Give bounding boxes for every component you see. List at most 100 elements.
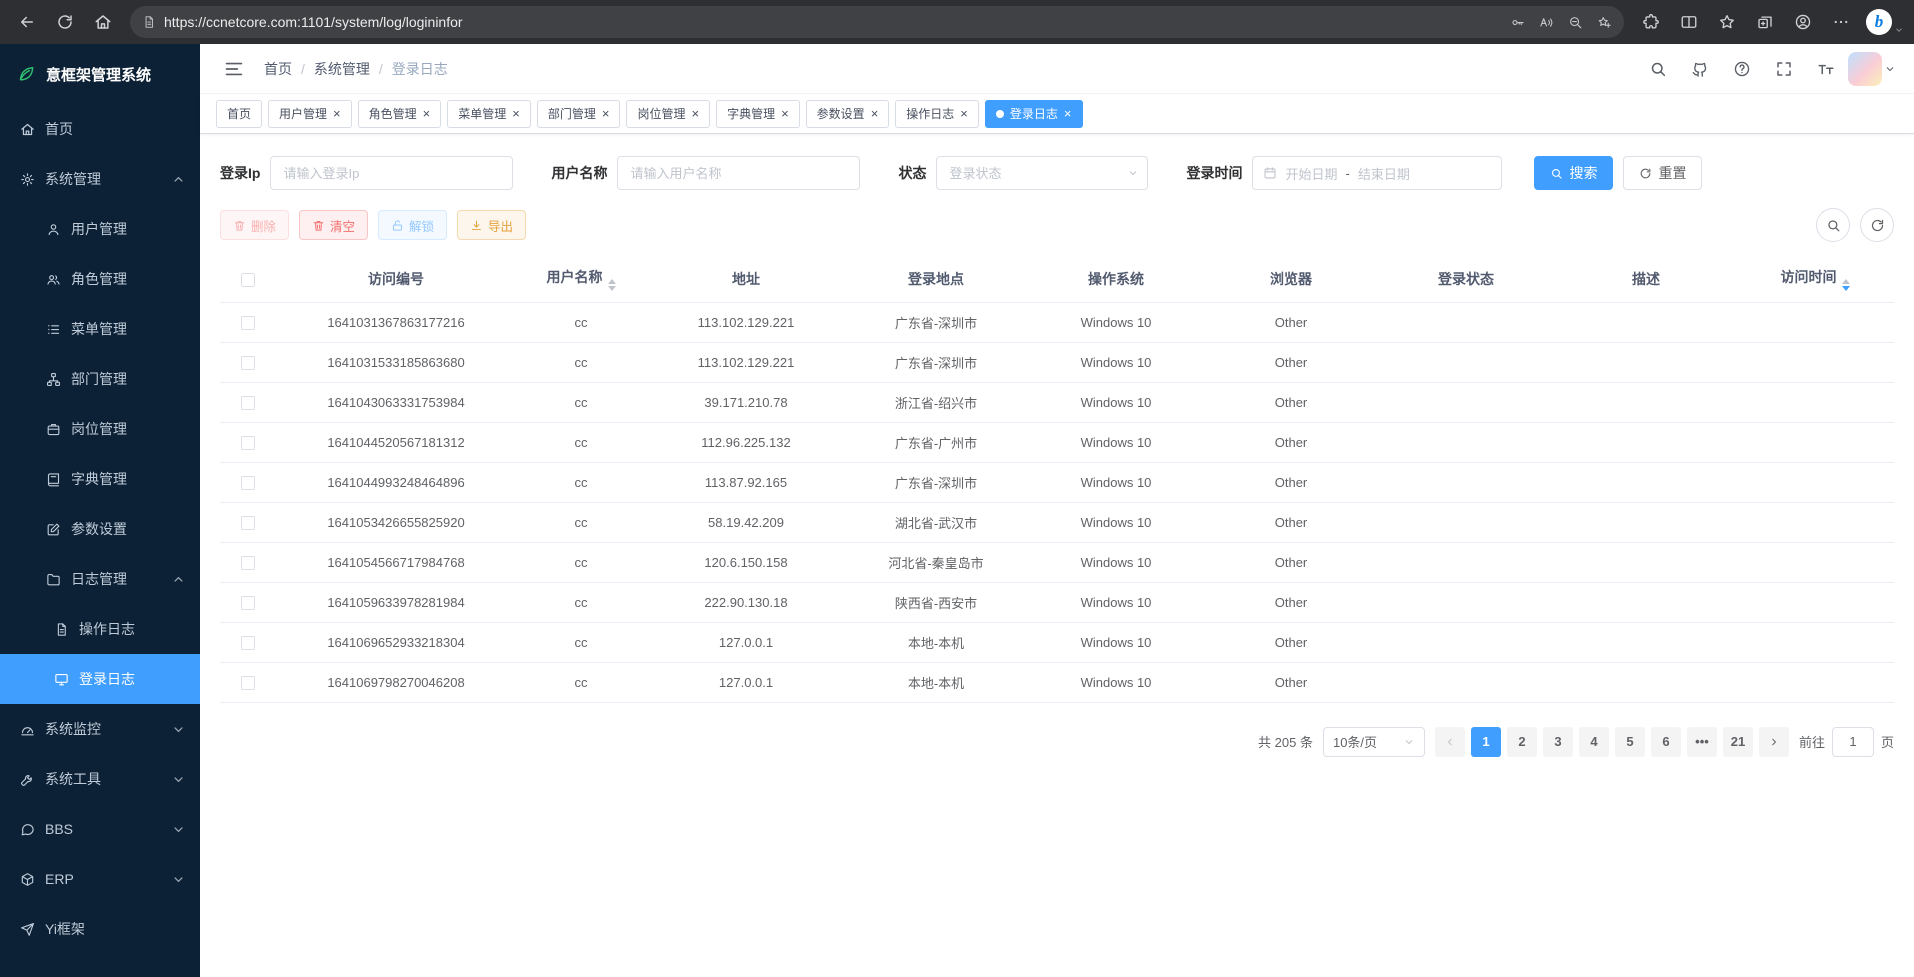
bing-button[interactable]: b bbox=[1866, 9, 1904, 35]
clear-button[interactable]: 清空 bbox=[299, 210, 368, 240]
sidebar-toggle-button[interactable] bbox=[218, 53, 250, 85]
tab-7[interactable]: 参数设置× bbox=[806, 100, 890, 128]
reset-button[interactable]: 重置 bbox=[1623, 156, 1702, 190]
page-button-2[interactable]: 2 bbox=[1507, 727, 1537, 757]
zoom-out-button[interactable] bbox=[1568, 15, 1583, 30]
start-date-placeholder[interactable]: 开始日期 bbox=[1285, 164, 1337, 183]
sidebar-item-1[interactable]: 系统管理 bbox=[0, 154, 200, 204]
sidebar-item-2[interactable]: 用户管理 bbox=[0, 204, 200, 254]
tab-1[interactable]: 用户管理× bbox=[268, 100, 352, 128]
sort-asc-icon[interactable] bbox=[608, 279, 616, 284]
text-size-button[interactable] bbox=[1810, 53, 1842, 85]
sidebar-item-16[interactable]: Yi框架 bbox=[0, 904, 200, 954]
github-button[interactable] bbox=[1684, 53, 1716, 85]
user-avatar[interactable] bbox=[1848, 52, 1882, 86]
home-button[interactable] bbox=[86, 5, 120, 39]
close-tab-icon[interactable]: × bbox=[512, 107, 520, 120]
tab-3[interactable]: 菜单管理× bbox=[447, 100, 531, 128]
row-checkbox[interactable] bbox=[241, 556, 255, 570]
url-text[interactable]: https://ccnetcore.com:1101/system/log/lo… bbox=[164, 14, 1502, 30]
row-checkbox[interactable] bbox=[241, 396, 255, 410]
favorites-add-button[interactable] bbox=[1597, 15, 1612, 30]
sort-desc-icon[interactable] bbox=[1842, 286, 1850, 291]
search-button[interactable] bbox=[1642, 53, 1674, 85]
row-checkbox[interactable] bbox=[241, 316, 255, 330]
url-bar[interactable]: https://ccnetcore.com:1101/system/log/lo… bbox=[130, 6, 1624, 38]
sidebar-item-10[interactable]: 操作日志 bbox=[0, 604, 200, 654]
tab-8[interactable]: 操作日志× bbox=[895, 100, 979, 128]
search-button[interactable] bbox=[1816, 208, 1850, 242]
column-header[interactable]: 访问时间 bbox=[1736, 256, 1894, 302]
row-checkbox[interactable] bbox=[241, 636, 255, 650]
next-page-button[interactable] bbox=[1759, 727, 1789, 757]
collections-button[interactable] bbox=[1748, 5, 1782, 39]
page-button-6[interactable]: 6 bbox=[1651, 727, 1681, 757]
refresh-button[interactable] bbox=[48, 5, 82, 39]
sort-carets-icon[interactable] bbox=[1842, 279, 1850, 291]
sort-carets-icon[interactable] bbox=[608, 279, 616, 291]
status-select[interactable] bbox=[936, 156, 1148, 190]
page-button-4[interactable]: 4 bbox=[1579, 727, 1609, 757]
close-tab-icon[interactable]: × bbox=[781, 107, 789, 120]
page-button-5[interactable]: 5 bbox=[1615, 727, 1645, 757]
breadcrumb-item[interactable]: 系统管理 bbox=[314, 59, 370, 79]
close-tab-icon[interactable]: × bbox=[691, 107, 699, 120]
breadcrumb-item[interactable]: 首页 bbox=[264, 59, 292, 79]
sort-desc-icon[interactable] bbox=[608, 286, 616, 291]
close-tab-icon[interactable]: × bbox=[333, 107, 341, 120]
tab-9[interactable]: 登录日志× bbox=[985, 100, 1083, 128]
page-button-1[interactable]: 1 bbox=[1471, 727, 1501, 757]
fullscreen-button[interactable] bbox=[1768, 53, 1800, 85]
favorites-bar-button[interactable] bbox=[1710, 5, 1744, 39]
extensions-button[interactable] bbox=[1634, 5, 1668, 39]
sidebar-item-4[interactable]: 菜单管理 bbox=[0, 304, 200, 354]
column-header[interactable]: 用户名称 bbox=[516, 256, 646, 302]
export-button[interactable]: 导出 bbox=[457, 210, 526, 240]
sort-asc-icon[interactable] bbox=[1842, 279, 1850, 284]
tab-5[interactable]: 岗位管理× bbox=[626, 100, 710, 128]
tab-4[interactable]: 部门管理× bbox=[537, 100, 621, 128]
tab-2[interactable]: 角色管理× bbox=[358, 100, 442, 128]
more-button[interactable] bbox=[1824, 5, 1858, 39]
refresh-button[interactable] bbox=[1860, 208, 1894, 242]
tab-0[interactable]: 首页 bbox=[216, 100, 262, 128]
sidebar-item-0[interactable]: 首页 bbox=[0, 104, 200, 154]
close-tab-icon[interactable]: × bbox=[423, 107, 431, 120]
select-all-checkbox[interactable] bbox=[241, 273, 255, 287]
sidebar-item-9[interactable]: 日志管理 bbox=[0, 554, 200, 604]
username-input[interactable] bbox=[617, 156, 860, 190]
sidebar-item-6[interactable]: 岗位管理 bbox=[0, 404, 200, 454]
sidebar-item-13[interactable]: 系统工具 bbox=[0, 754, 200, 804]
end-date-placeholder[interactable]: 结束日期 bbox=[1358, 164, 1410, 183]
row-checkbox[interactable] bbox=[241, 676, 255, 690]
search-button[interactable]: 搜索 bbox=[1534, 156, 1613, 190]
sidebar-item-14[interactable]: BBS bbox=[0, 804, 200, 854]
page-button-21[interactable]: 21 bbox=[1723, 727, 1753, 757]
sidebar-item-3[interactable]: 角色管理 bbox=[0, 254, 200, 304]
date-range-picker[interactable]: 开始日期 - 结束日期 bbox=[1252, 156, 1502, 190]
back-button[interactable] bbox=[10, 5, 44, 39]
help-button[interactable] bbox=[1726, 53, 1758, 85]
sidebar-item-5[interactable]: 部门管理 bbox=[0, 354, 200, 404]
split-screen-button[interactable] bbox=[1672, 5, 1706, 39]
close-tab-icon[interactable]: × bbox=[871, 107, 879, 120]
sidebar-item-12[interactable]: 系统监控 bbox=[0, 704, 200, 754]
row-checkbox[interactable] bbox=[241, 516, 255, 530]
row-checkbox[interactable] bbox=[241, 436, 255, 450]
close-tab-icon[interactable]: × bbox=[602, 107, 610, 120]
close-tab-icon[interactable]: × bbox=[960, 107, 968, 120]
status-select-value[interactable] bbox=[936, 156, 1148, 190]
row-checkbox[interactable] bbox=[241, 596, 255, 610]
login-ip-input[interactable] bbox=[270, 156, 513, 190]
row-checkbox[interactable] bbox=[241, 476, 255, 490]
page-button-3[interactable]: 3 bbox=[1543, 727, 1573, 757]
sidebar-item-11[interactable]: 登录日志 bbox=[0, 654, 200, 704]
prev-page-button[interactable] bbox=[1435, 727, 1465, 757]
row-checkbox[interactable] bbox=[241, 356, 255, 370]
chevron-down-icon[interactable] bbox=[1894, 25, 1904, 35]
tab-6[interactable]: 字典管理× bbox=[716, 100, 800, 128]
profile-button[interactable] bbox=[1786, 5, 1820, 39]
sidebar-item-8[interactable]: 参数设置 bbox=[0, 504, 200, 554]
sidebar-item-7[interactable]: 字典管理 bbox=[0, 454, 200, 504]
pages-ellipsis-button[interactable]: ••• bbox=[1687, 727, 1717, 757]
